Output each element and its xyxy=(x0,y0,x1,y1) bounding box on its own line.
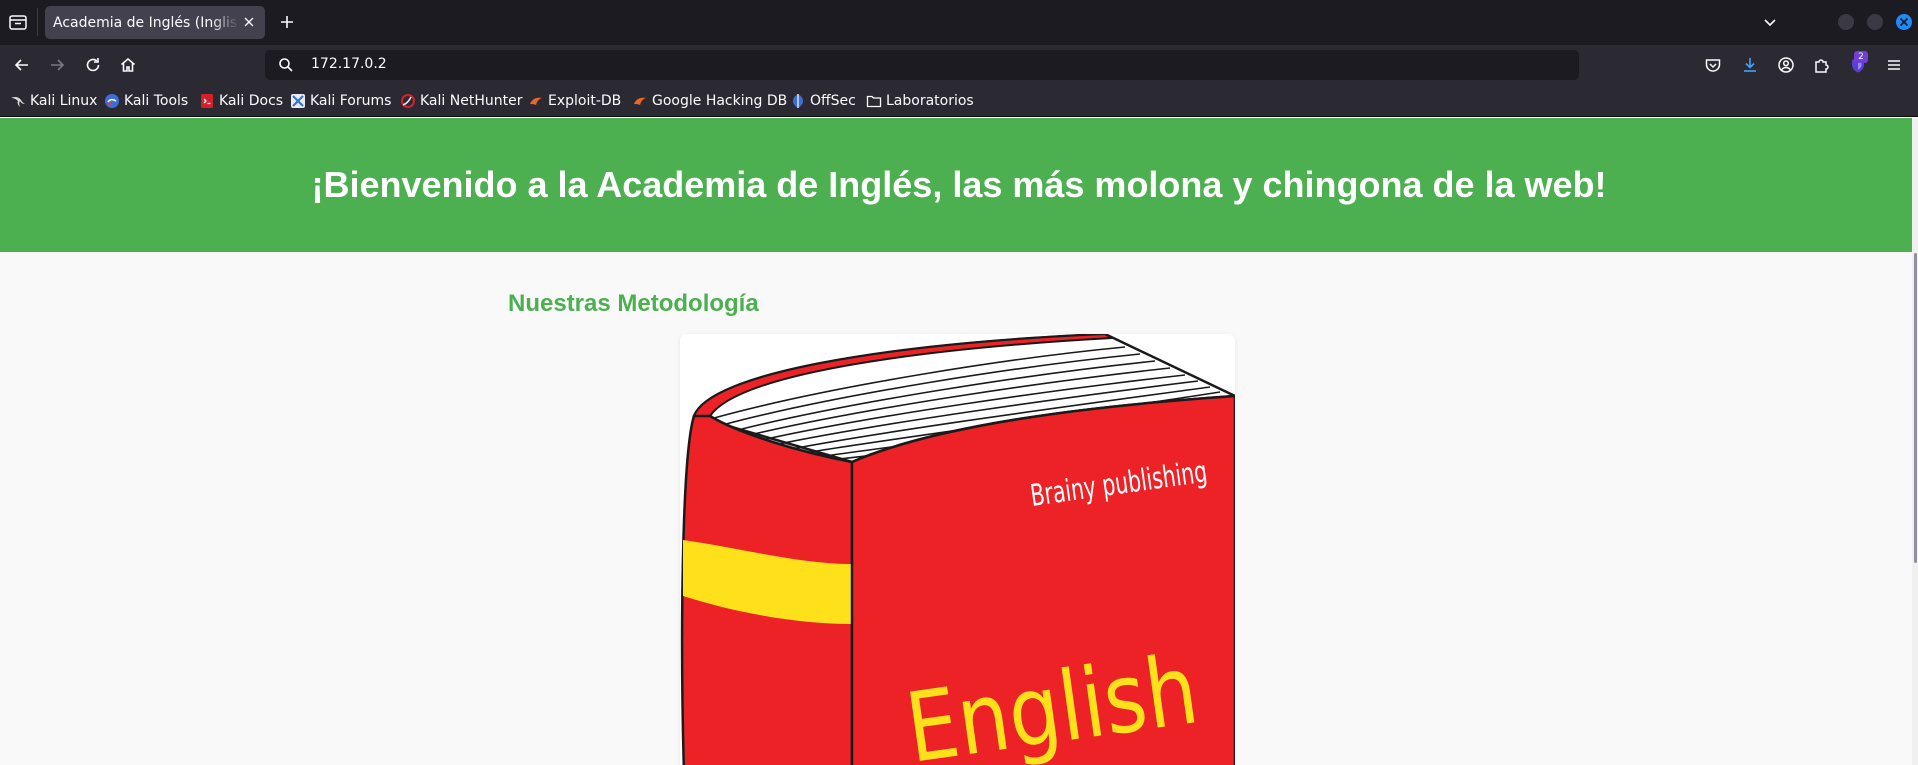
folder-icon xyxy=(866,95,882,108)
page-title: ¡Bienvenido a la Academia de Inglés, las… xyxy=(311,164,1607,205)
reload-icon[interactable] xyxy=(83,55,103,75)
exploit-db-icon xyxy=(530,97,542,105)
back-arrow-icon[interactable] xyxy=(12,55,32,75)
bookmark-label: Google Hacking DB xyxy=(652,93,788,109)
site-header: ¡Bienvenido a la Academia de Inglés, las… xyxy=(0,118,1918,252)
tab-strip: Academia de Inglés (Inglis Academy) xyxy=(0,0,1918,45)
close-tab-icon[interactable] xyxy=(241,14,257,30)
bookmark-label: Exploit-DB xyxy=(548,93,622,109)
bookmark-kali-nethunter[interactable]: Kali NetHunter xyxy=(400,91,522,111)
bookmark-kali-linux[interactable]: Kali Linux xyxy=(10,91,97,111)
bookmark-label: Kali NetHunter xyxy=(420,93,523,109)
tab-list-icon[interactable] xyxy=(7,11,29,33)
close-window-button[interactable] xyxy=(1896,14,1912,30)
bookmark-label: Laboratorios xyxy=(886,93,974,109)
extensions-icon[interactable] xyxy=(1812,55,1832,75)
bookmark-laboratorios[interactable]: Laboratorios xyxy=(866,91,974,111)
page-viewport: ¡Bienvenido a la Academia de Inglés, las… xyxy=(0,118,1918,765)
offsec-icon xyxy=(793,94,803,108)
book-image: Brainy publishing English xyxy=(680,334,1235,765)
chevron-down-icon[interactable] xyxy=(1761,13,1779,31)
section-heading: Nuestras Metodología xyxy=(508,290,759,317)
tab-title: Academia de Inglés (Inglis Academy) xyxy=(53,14,239,31)
downloads-icon[interactable] xyxy=(1740,55,1760,75)
bookmark-label: Kali Forums xyxy=(310,93,392,109)
tab-separator xyxy=(37,8,38,36)
ghdb-icon xyxy=(634,97,646,105)
extension-badge: 2 xyxy=(1854,51,1868,63)
bookmark-label: Kali Docs xyxy=(219,93,284,109)
nethunter-icon xyxy=(401,94,415,108)
bookmark-google-hacking-db[interactable]: Google Hacking DB xyxy=(632,91,787,111)
active-tab[interactable]: Academia de Inglés (Inglis Academy) xyxy=(45,6,265,39)
kali-forums-icon xyxy=(291,94,305,108)
navigation-toolbar: 172.17.0.2 2 xyxy=(0,45,1918,85)
minimize-window-button[interactable] xyxy=(1838,14,1854,30)
bookmarks-toolbar: Kali Linux Kali Tools Kali Docs Kali For… xyxy=(0,85,1918,117)
bookmark-label: OffSec xyxy=(810,93,856,109)
bookmark-kali-tools[interactable]: Kali Tools xyxy=(104,91,188,111)
bookmark-offsec[interactable]: OffSec xyxy=(790,91,856,111)
kali-dragon-icon xyxy=(11,96,25,107)
bookmark-kali-docs[interactable]: Kali Docs xyxy=(199,91,283,111)
pocket-icon[interactable] xyxy=(1703,55,1723,75)
bookmark-label: Kali Tools xyxy=(124,93,189,109)
url-text[interactable]: 172.17.0.2 xyxy=(311,56,387,72)
home-icon[interactable] xyxy=(118,55,138,75)
kali-docs-icon xyxy=(201,94,213,108)
bookmark-exploit-db[interactable]: Exploit-DB xyxy=(528,91,621,111)
kali-tools-icon xyxy=(105,94,119,108)
search-icon xyxy=(278,57,294,73)
bookmark-label: Kali Linux xyxy=(30,93,98,109)
account-icon[interactable] xyxy=(1776,55,1796,75)
maximize-window-button[interactable] xyxy=(1867,14,1883,30)
forward-arrow-icon[interactable] xyxy=(47,55,67,75)
address-bar[interactable]: 172.17.0.2 xyxy=(265,50,1579,80)
menu-icon[interactable] xyxy=(1884,55,1904,75)
bookmark-kali-forums[interactable]: Kali Forums xyxy=(290,91,391,111)
scrollbar-thumb[interactable] xyxy=(1914,253,1917,563)
new-tab-icon[interactable] xyxy=(277,12,297,32)
